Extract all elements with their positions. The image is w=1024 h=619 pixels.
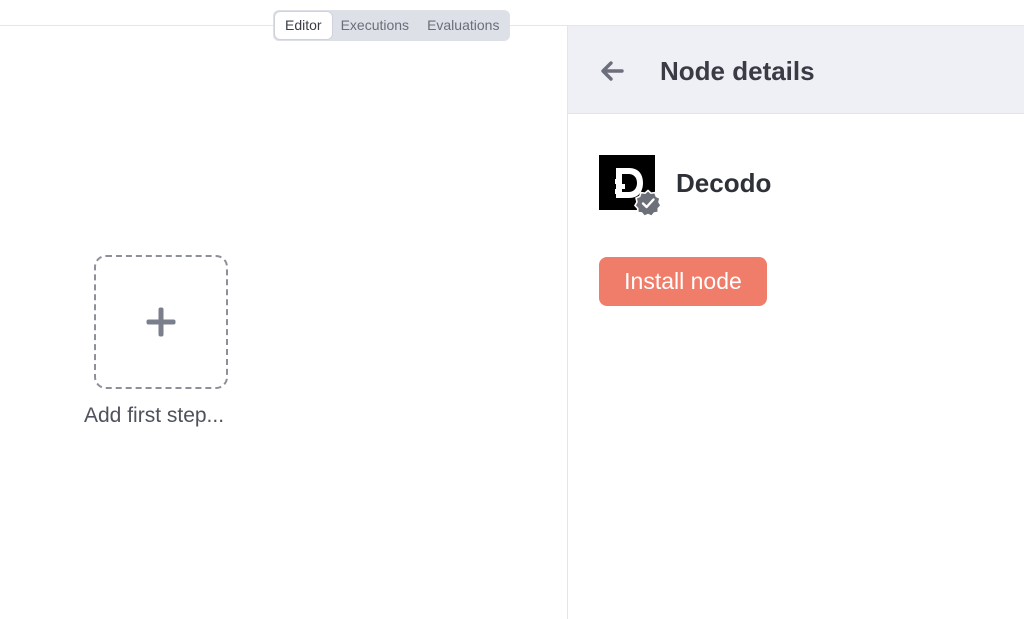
tab-executions[interactable]: Executions — [332, 12, 418, 39]
add-first-step-button[interactable] — [94, 255, 228, 389]
add-first-step-label: Add first step... — [84, 404, 225, 427]
verified-badge-icon — [634, 189, 662, 217]
workflow-editor: Editor Executions Evaluations Add first … — [0, 0, 1024, 619]
install-node-button[interactable]: Install node — [599, 257, 767, 306]
view-tabs: Editor Executions Evaluations — [273, 10, 511, 41]
panel-header: Node details — [568, 26, 1024, 114]
tab-evaluations[interactable]: Evaluations — [418, 12, 508, 39]
panel-title: Node details — [660, 56, 815, 86]
plus-icon — [146, 307, 176, 337]
workflow-canvas[interactable]: Add first step... — [0, 26, 567, 619]
node-details-panel: Node details Decodo Install node — [567, 26, 1024, 619]
tab-editor[interactable]: Editor — [275, 12, 332, 39]
node-name: Decodo — [676, 168, 772, 198]
arrow-left-icon[interactable] — [598, 57, 626, 85]
